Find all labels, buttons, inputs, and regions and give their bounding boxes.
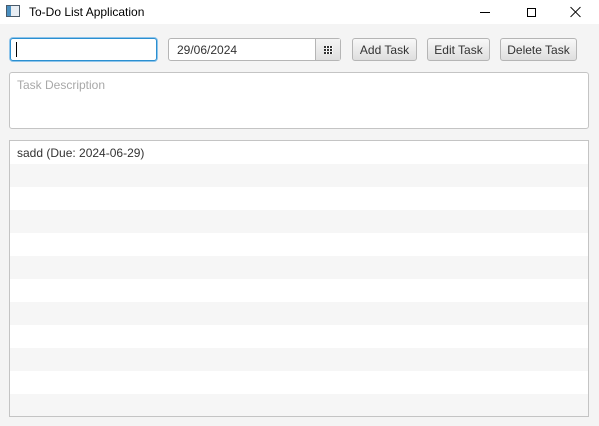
maximize-button[interactable] bbox=[508, 0, 554, 24]
due-date-value[interactable]: 29/06/2024 bbox=[177, 43, 237, 57]
task-list-empty-row bbox=[10, 210, 588, 233]
due-date-picker[interactable]: 29/06/2024 bbox=[168, 38, 341, 61]
task-list-empty-row bbox=[10, 164, 588, 187]
task-description-field[interactable] bbox=[9, 72, 589, 129]
window-title: To-Do List Application bbox=[29, 5, 145, 19]
minimize-icon bbox=[480, 11, 490, 13]
text-caret bbox=[16, 42, 17, 57]
task-list-empty-row bbox=[10, 394, 588, 416]
task-list-item[interactable]: sadd (Due: 2024-06-29) bbox=[10, 141, 588, 164]
task-list-empty-row bbox=[10, 256, 588, 279]
app-window: To-Do List Application 29/06/2024 Add Ta… bbox=[0, 0, 599, 426]
task-list-empty-row bbox=[10, 371, 588, 394]
maximize-icon bbox=[526, 7, 536, 17]
edit-task-button[interactable]: Edit Task bbox=[427, 38, 490, 61]
task-list-empty-row bbox=[10, 348, 588, 371]
task-list-empty-row bbox=[10, 302, 588, 325]
add-task-button[interactable]: Add Task bbox=[352, 38, 417, 61]
task-list[interactable]: sadd (Due: 2024-06-29) bbox=[9, 140, 589, 417]
app-window-icon bbox=[6, 5, 20, 17]
close-button[interactable] bbox=[553, 0, 599, 24]
title-bar[interactable]: To-Do List Application bbox=[0, 0, 599, 24]
task-list-empty-row bbox=[10, 279, 588, 302]
minimize-button[interactable] bbox=[462, 0, 508, 24]
calendar-button[interactable] bbox=[315, 39, 340, 60]
calendar-icon bbox=[323, 45, 333, 54]
task-list-empty-row bbox=[10, 325, 588, 348]
task-list-empty-row bbox=[10, 187, 588, 210]
task-title-input[interactable] bbox=[10, 38, 157, 61]
task-list-empty-row bbox=[10, 233, 588, 256]
delete-task-button[interactable]: Delete Task bbox=[500, 38, 577, 61]
close-icon bbox=[570, 6, 582, 18]
